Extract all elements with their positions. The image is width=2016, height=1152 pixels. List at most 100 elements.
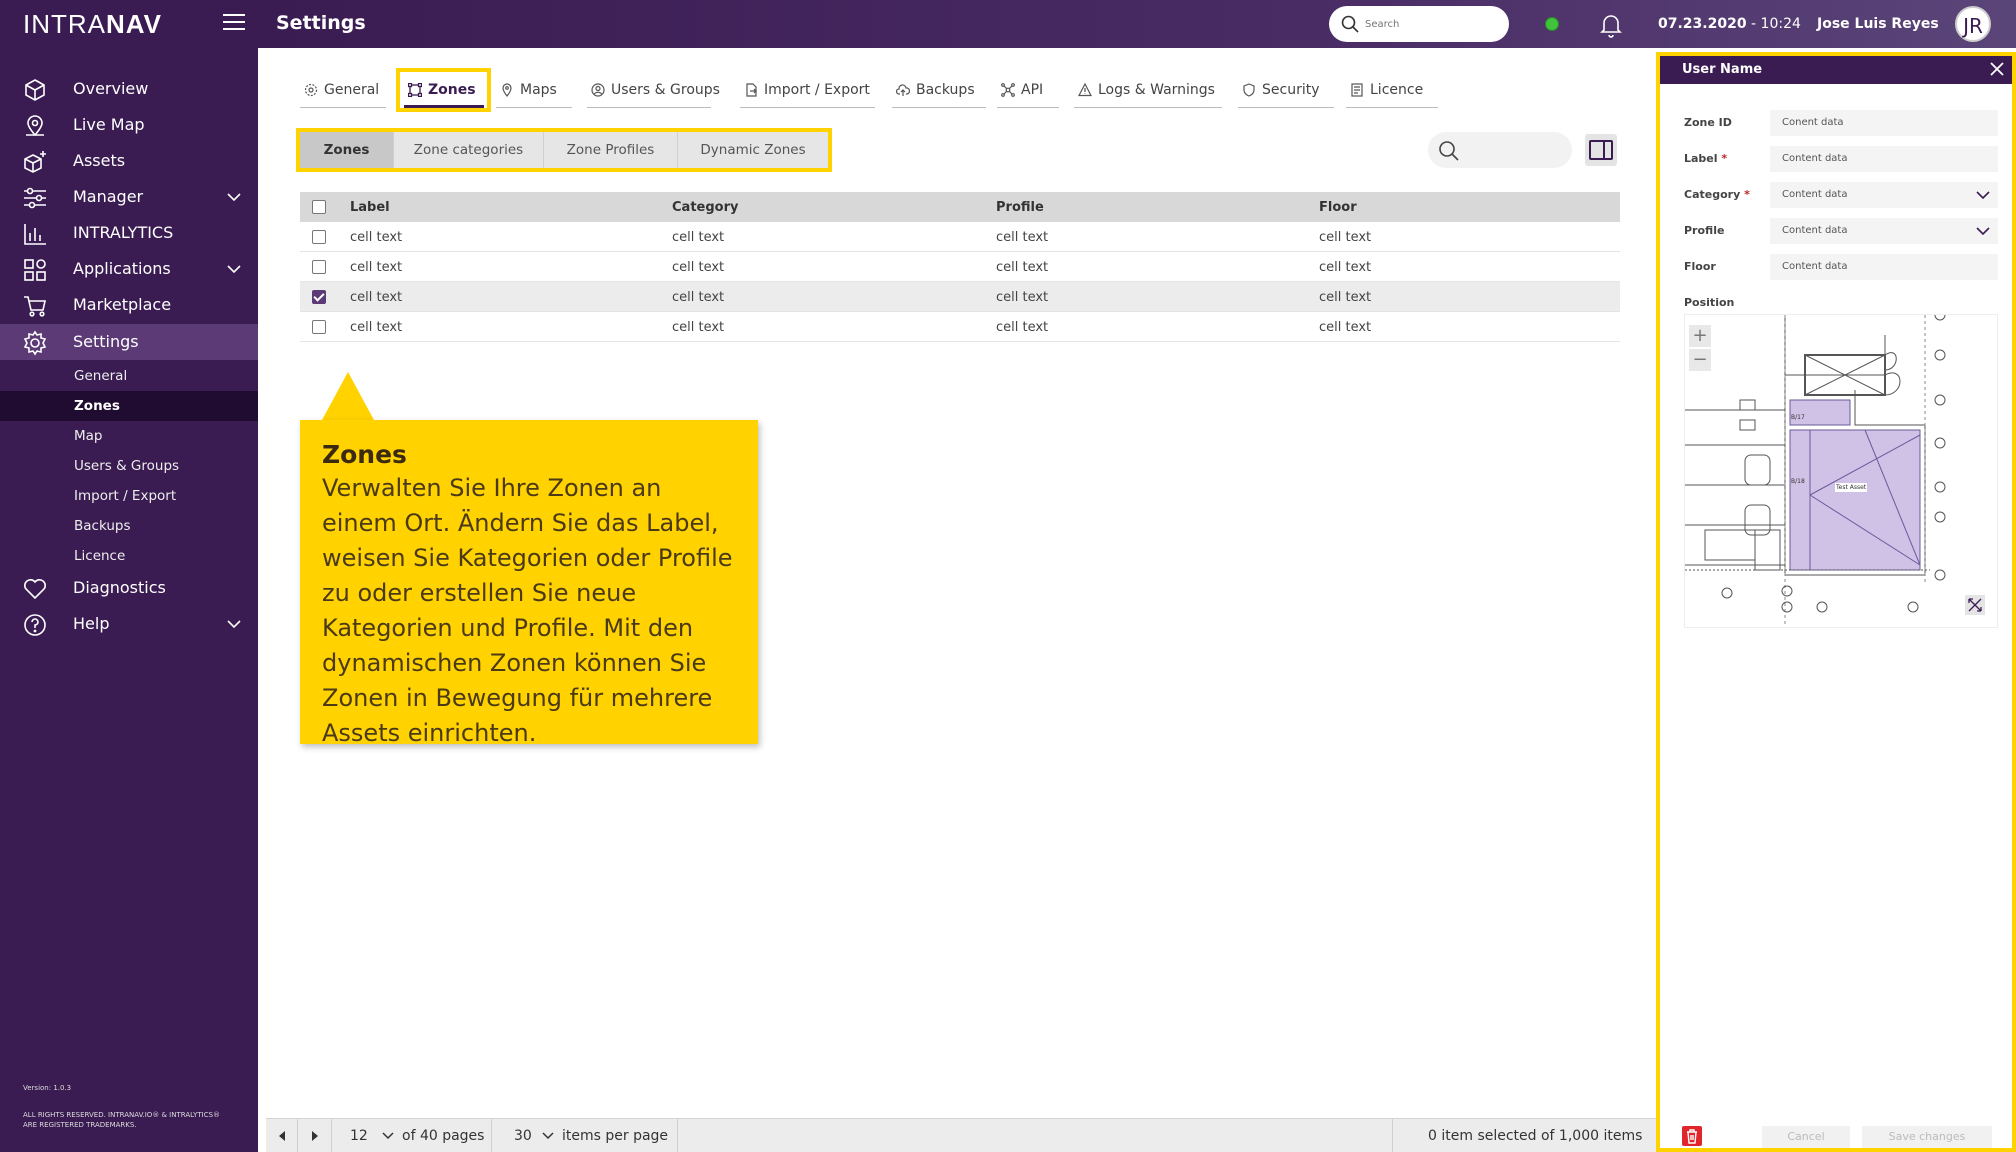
table-cell-category: cell text (672, 320, 725, 335)
map-room-label: B/18 (1791, 478, 1805, 485)
map-asset-label: Test Asset (1835, 483, 1868, 492)
sidebar-subitem-backups[interactable]: Backups (0, 511, 258, 541)
position-floor-map[interactable]: B/17 B/18 Test Asset + − (1684, 314, 1998, 628)
column-header-floor[interactable]: Floor (1319, 200, 1357, 215)
sidebar-item-settings[interactable]: Settings (0, 324, 258, 360)
caret-right-icon (312, 1131, 318, 1141)
label-field[interactable]: Content data (1770, 146, 1998, 172)
tab-general[interactable]: General (300, 78, 386, 108)
tab-users-groups[interactable]: Users & Groups (587, 78, 720, 108)
sidebar-subitem-users-groups[interactable]: Users & Groups (0, 451, 258, 481)
row-checkbox[interactable] (312, 290, 326, 304)
sidebar-item-assets[interactable]: Assets (0, 143, 258, 179)
tab-logs-warnings[interactable]: Logs & Warnings (1074, 78, 1222, 108)
tab-label: Import / Export (764, 82, 870, 98)
zones-tab-highlight (396, 68, 491, 112)
row-checkbox[interactable] (312, 260, 326, 274)
sidebar-subitem-zones[interactable]: Zones (0, 391, 258, 421)
global-search[interactable] (1329, 6, 1509, 42)
sidebar-item-intralytics[interactable]: INTRALYTICS (0, 215, 258, 251)
prev-page-button[interactable] (266, 1119, 298, 1152)
column-header-label[interactable]: Label (350, 200, 390, 215)
table-cell-category: cell text (672, 260, 725, 275)
column-header-category[interactable]: Category (672, 200, 738, 215)
global-search-input[interactable] (1365, 14, 1495, 34)
sidebar: INTRANAV Overview Live Map Assets Manage… (0, 0, 258, 1152)
tab-maps[interactable]: Maps (496, 78, 572, 108)
tab-security[interactable]: Security (1238, 78, 1334, 108)
sidebar-item-applications[interactable]: Applications (0, 251, 258, 287)
sidebar-item-live-map[interactable]: Live Map (0, 107, 258, 143)
cancel-button[interactable]: Cancel (1762, 1126, 1850, 1148)
close-icon[interactable] (1990, 62, 2004, 76)
tab-import-export[interactable]: Import / Export (740, 78, 875, 108)
table-cell-label: cell text (350, 320, 403, 335)
sidebar-item-diagnostics[interactable]: Diagnostics (0, 570, 258, 606)
avatar[interactable]: JR (1955, 6, 1991, 42)
tab-licence[interactable]: Licence (1346, 78, 1438, 108)
sidebar-subitem-general[interactable]: General (0, 361, 258, 391)
floor-plan-drawing (1685, 315, 1985, 627)
sidebar-subitem-import-export[interactable]: Import / Export (0, 481, 258, 511)
hamburger-menu-icon[interactable] (223, 14, 245, 32)
caret-left-icon (279, 1131, 285, 1141)
connection-status-indicator (1545, 17, 1559, 31)
next-page-button[interactable] (298, 1119, 332, 1152)
sidebar-item-manager[interactable]: Manager (0, 179, 258, 215)
zoom-in-button[interactable]: + (1689, 325, 1711, 347)
row-checkbox[interactable] (312, 230, 326, 244)
table-cell-profile: cell text (996, 260, 1049, 275)
pagination-bar: 12 of 40 pages 30 items per page 0 item … (266, 1118, 1658, 1152)
sidebar-subitem-map[interactable]: Map (0, 421, 258, 451)
apps-icon (24, 259, 46, 281)
table-search[interactable] (1428, 132, 1572, 168)
table-row[interactable]: cell text cell text cell text cell text (300, 312, 1620, 342)
logo-text-bold: NAV (106, 9, 162, 39)
chevron-down-icon[interactable] (226, 189, 242, 205)
category-select[interactable]: Content data (1770, 182, 1998, 208)
sidebar-subitem-licence[interactable]: Licence (0, 541, 258, 571)
brand-logo[interactable]: INTRANAV (23, 10, 162, 38)
sidebar-item-marketplace[interactable]: Marketplace (0, 287, 258, 323)
save-changes-button[interactable]: Save changes (1862, 1126, 1992, 1148)
tab-backups[interactable]: Backups (892, 78, 986, 108)
zone-id-field[interactable]: Conent data (1770, 110, 1998, 136)
table-row[interactable]: cell text cell text cell text cell text (300, 252, 1620, 282)
row-checkbox[interactable] (312, 320, 326, 334)
app-root: INTRANAV Overview Live Map Assets Manage… (0, 0, 2016, 1152)
subtab-dynamic-zones[interactable]: Dynamic Zones (678, 132, 828, 168)
table-cell-floor: cell text (1319, 290, 1372, 305)
user-name[interactable]: Jose Luis Reyes (1817, 16, 1939, 32)
tab-label: API (1021, 82, 1044, 98)
chevron-down-icon[interactable] (226, 616, 242, 632)
subtab-zone-profiles[interactable]: Zone Profiles (544, 132, 678, 168)
page-selector[interactable]: 12 of 40 pages (332, 1119, 492, 1152)
sidebar-item-help[interactable]: Help (0, 606, 258, 642)
column-header-profile[interactable]: Profile (996, 200, 1044, 215)
profile-select[interactable]: Content data (1770, 218, 1998, 244)
table-cell-floor: cell text (1319, 230, 1372, 245)
bell-icon[interactable] (1599, 12, 1623, 38)
subtab-zone-categories[interactable]: Zone categories (394, 132, 544, 168)
callout-arrow (322, 372, 374, 420)
table-row[interactable]: cell text cell text cell text cell text (300, 222, 1620, 252)
subtab-zones[interactable]: Zones (300, 132, 394, 168)
select-all-checkbox[interactable] (312, 200, 326, 214)
sidebar-item-label: Settings (73, 332, 139, 351)
items-per-page-selector[interactable]: 30 items per page (492, 1119, 678, 1152)
sidebar-item-label: INTRALYTICS (73, 223, 174, 242)
table-cell-label: cell text (350, 260, 403, 275)
zoom-out-button[interactable]: − (1689, 349, 1711, 371)
tab-label: General (324, 82, 380, 98)
delete-button[interactable] (1682, 1126, 1702, 1146)
table-cell-profile: cell text (996, 290, 1049, 305)
tab-api[interactable]: API (997, 78, 1059, 108)
table-row[interactable]: cell text cell text cell text cell text (300, 282, 1620, 312)
chevron-down-icon[interactable] (226, 261, 242, 277)
sidebar-item-label: Overview (73, 79, 149, 98)
table-header: Label Category Profile Floor (300, 192, 1620, 222)
sidebar-item-overview[interactable]: Overview (0, 71, 258, 107)
floor-field[interactable]: Content data (1770, 254, 1998, 280)
sidebar-item-label: Live Map (73, 115, 145, 134)
panel-toggle-button[interactable] (1585, 134, 1617, 166)
